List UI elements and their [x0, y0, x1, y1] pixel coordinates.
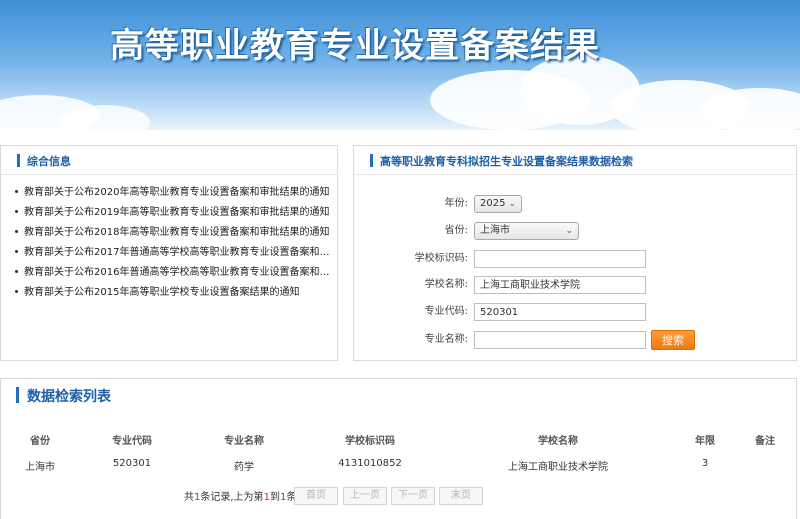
search-panel-title: 高等职业教育专科拟招生专业设置备案结果数据检索	[380, 155, 633, 168]
bullet-icon	[15, 249, 18, 253]
year-select[interactable]: 2025 ⌄	[474, 195, 522, 213]
column-header-school-name: 学校名称	[538, 436, 578, 447]
news-item[interactable]: 教育部关于公布2016年普通高等学校高等职业教育专业设置备案和审…	[15, 263, 333, 283]
province-label: 省份:	[444, 225, 468, 236]
cell-years: 3	[701, 458, 709, 469]
site-title: 高等职业教育专业设置备案结果	[110, 26, 600, 66]
column-header-province: 省份	[30, 436, 50, 447]
bullet-icon	[15, 209, 18, 213]
province-select[interactable]: 上海市 ⌄	[474, 222, 579, 240]
column-header-remarks: 备注	[755, 436, 775, 447]
news-link[interactable]: 教育部关于公布2017年普通高等学校高等职业教育专业设置备案和审…	[24, 247, 333, 258]
major-name-input[interactable]	[474, 331, 646, 349]
news-item[interactable]: 教育部关于公布2017年普通高等学校高等职业教育专业设置备案和审…	[15, 243, 333, 263]
first-page-button[interactable]: 首页	[294, 487, 338, 505]
news-item[interactable]: 教育部关于公布2019年高等职业教育专业设置备案和审批结果的通知	[15, 203, 333, 223]
next-page-button[interactable]: 下一页	[391, 487, 435, 505]
header-banner: 高等职业教育专业设置备案结果	[0, 0, 800, 130]
pager-prefix: 共	[184, 492, 194, 503]
search-panel-header: 高等职业教育专科拟招生专业设置备案结果数据检索	[354, 146, 796, 175]
year-value: 2025	[480, 198, 506, 209]
last-page-button[interactable]: 末页	[439, 487, 483, 505]
results-header: 数据检索列表	[1, 379, 796, 409]
province-value: 上海市	[480, 225, 510, 236]
search-button[interactable]: 搜索	[651, 330, 695, 350]
news-link[interactable]: 教育部关于公布2018年高等职业教育专业设置备案和审批结果的通知	[24, 227, 329, 238]
news-link[interactable]: 教育部关于公布2016年普通高等学校高等职业教育专业设置备案和审…	[24, 267, 333, 278]
column-header-years: 年限	[695, 436, 715, 447]
cell-school-name: 上海工商职业技术学院	[508, 462, 608, 473]
cell-major-code: 520301	[112, 458, 152, 469]
column-header-school-id: 学校标识码	[345, 436, 395, 447]
info-panel-title: 综合信息	[27, 155, 71, 168]
pagination-summary: 共1条记录,上为第1到1条	[184, 489, 296, 507]
school-name-input[interactable]: 上海工商职业技术学院	[474, 276, 646, 294]
info-panel-header: 综合信息	[1, 146, 337, 175]
pager-middle: 条记录,上为第	[200, 492, 264, 503]
title-bar-decoration	[370, 154, 373, 167]
news-item[interactable]: 教育部关于公布2018年高等职业教育专业设置备案和审批结果的通知	[15, 223, 333, 243]
news-link[interactable]: 教育部关于公布2020年高等职业教育专业设置备案和审批结果的通知	[24, 187, 329, 198]
cloud-decoration	[700, 88, 800, 130]
title-bar-decoration	[17, 154, 20, 167]
school-name-label: 学校名称:	[424, 279, 468, 290]
news-item[interactable]: 教育部关于公布2020年高等职业教育专业设置备案和审批结果的通知	[15, 183, 333, 203]
prev-page-button[interactable]: 上一页	[343, 487, 387, 505]
news-link[interactable]: 教育部关于公布2019年高等职业教育专业设置备案和审批结果的通知	[24, 207, 329, 218]
news-list: 教育部关于公布2020年高等职业教育专业设置备案和审批结果的通知 教育部关于公布…	[1, 175, 337, 303]
cell-major-name: 药学	[234, 462, 254, 473]
news-link[interactable]: 教育部关于公布2015年高等职业学校专业设置备案结果的通知	[24, 287, 299, 298]
cloud-decoration	[60, 105, 150, 130]
major-code-label: 专业代码:	[424, 306, 468, 317]
school-id-label: 学校标识码:	[414, 253, 468, 264]
column-header-major-code: 专业代码	[112, 436, 152, 447]
bullet-icon	[15, 269, 18, 273]
info-panel: 综合信息 教育部关于公布2020年高等职业教育专业设置备案和审批结果的通知 教育…	[0, 145, 338, 361]
bullet-icon	[15, 289, 18, 293]
title-bar-decoration	[16, 387, 19, 403]
school-id-input[interactable]	[474, 250, 646, 268]
chevron-down-icon: ⌄	[565, 226, 573, 236]
news-item[interactable]: 教育部关于公布2015年高等职业学校专业设置备案结果的通知	[15, 283, 333, 303]
column-header-major-name: 专业名称	[224, 436, 264, 447]
major-code-input[interactable]: 520301	[474, 303, 646, 321]
results-title: 数据检索列表	[27, 389, 111, 405]
bullet-icon	[15, 189, 18, 193]
pager-to-word: 到	[269, 492, 280, 503]
year-label: 年份:	[444, 198, 468, 209]
cell-school-id: 4131010852	[338, 458, 402, 469]
major-name-label: 专业名称:	[424, 334, 468, 345]
chevron-down-icon: ⌄	[508, 199, 516, 209]
bullet-icon	[15, 229, 18, 233]
cell-province: 上海市	[25, 462, 55, 473]
